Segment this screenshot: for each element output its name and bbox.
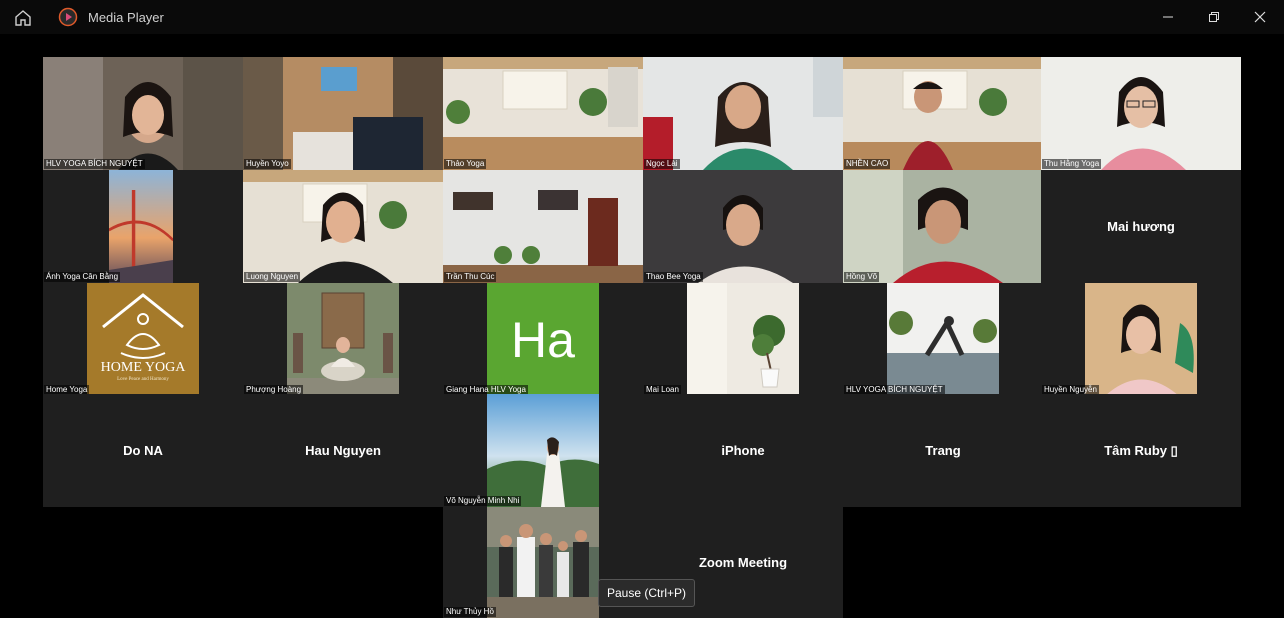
participant-tile[interactable]: Do NA xyxy=(43,394,243,507)
video-feed xyxy=(243,57,443,170)
video-feed xyxy=(843,57,1043,170)
participant-tile[interactable]: Trần Thu Cúc xyxy=(443,170,643,283)
participant-tile[interactable]: Phượng Hoàng xyxy=(243,283,443,396)
avatar-image xyxy=(287,283,399,396)
avatar-logo: HOME YOGA Love Peace and Harmony xyxy=(87,283,199,396)
participant-tile[interactable]: Hau Nguyen xyxy=(243,394,443,507)
participant-tile[interactable]: HLV YOGA BÍCH NGUYỆT xyxy=(843,283,1043,396)
participant-tile[interactable]: HLV YOGA BÍCH NGUYỆT xyxy=(43,57,243,170)
participant-name: HLV YOGA BÍCH NGUYỆT xyxy=(44,159,145,169)
participant-display-name: iPhone xyxy=(721,443,765,458)
logo-subtitle: Love Peace and Harmony xyxy=(117,377,169,382)
avatar-image xyxy=(687,283,799,396)
participant-tile[interactable]: Huyền Yoyo xyxy=(243,57,443,170)
participant-name: Thu Hằng Yoga xyxy=(1042,159,1102,169)
avatar-image xyxy=(887,283,999,396)
participant-name: NHỀN CAO xyxy=(844,159,891,169)
participant-name: Như Thủy Hồ xyxy=(444,607,496,617)
participant-tile[interactable]: Ánh Yoga Cân Bằng xyxy=(43,170,243,283)
participant-name: Võ Nguyễn Minh Nhi xyxy=(444,496,522,506)
participant-tile[interactable]: Huyền Nguyễn xyxy=(1041,283,1241,396)
logo-title: HOME YOGA xyxy=(100,360,186,375)
participant-tile[interactable]: Hồng Võ xyxy=(843,170,1043,283)
avatar-initials: Ha xyxy=(511,311,575,368)
video-feed xyxy=(443,170,643,283)
avatar-initials-box: Ha xyxy=(487,283,599,396)
home-icon xyxy=(15,10,31,26)
participant-tile[interactable]: Trang xyxy=(843,394,1043,507)
participant-name: Hồng Võ xyxy=(844,272,880,282)
minimize-button[interactable] xyxy=(1145,4,1191,30)
restore-icon xyxy=(1209,12,1219,22)
participant-name: Thảo Yoga xyxy=(444,159,487,169)
close-icon xyxy=(1254,11,1266,23)
participant-name: Huyền Yoyo xyxy=(244,159,291,169)
video-feed xyxy=(1041,57,1241,170)
participant-display-name: Tâm Ruby ▯ xyxy=(1104,442,1178,458)
participant-name: Trần Thu Cúc xyxy=(444,272,497,282)
avatar-image xyxy=(487,507,599,618)
media-player-icon xyxy=(58,7,78,27)
participant-tile[interactable]: NHỀN CAO xyxy=(843,57,1043,170)
participant-tile[interactable]: Thảo Yoga xyxy=(443,57,643,170)
video-feed xyxy=(643,170,843,283)
participant-tile[interactable]: Thao Bee Yoga xyxy=(643,170,843,283)
avatar-image xyxy=(1085,283,1197,396)
participant-display-name: Do NA xyxy=(123,443,163,458)
participant-tile[interactable]: Mai Loan xyxy=(643,283,843,396)
participant-tile[interactable]: HOME YOGA Love Peace and Harmony Home Yo… xyxy=(43,283,243,396)
avatar-image xyxy=(109,170,173,283)
avatar-image xyxy=(487,394,599,507)
restore-button[interactable] xyxy=(1191,4,1237,30)
participant-tile[interactable]: Võ Nguyễn Minh Nhi xyxy=(443,394,643,507)
window-title: Media Player xyxy=(88,10,164,25)
participant-tile[interactable]: iPhone xyxy=(643,394,843,507)
participant-name: Ánh Yoga Cân Bằng xyxy=(44,272,121,282)
title-bar: Media Player xyxy=(0,0,1284,34)
participant-tile[interactable]: Luong Nguyen xyxy=(243,170,443,283)
participant-name: Thao Bee Yoga xyxy=(644,272,703,282)
participant-tile[interactable]: Tâm Ruby ▯ xyxy=(1041,394,1241,507)
participant-tile[interactable]: Ha Giang Hana HLV Yoga xyxy=(443,283,643,396)
minimize-icon xyxy=(1163,16,1173,18)
participant-tile[interactable]: Ngọc Lài xyxy=(643,57,843,170)
video-feed xyxy=(843,170,1043,283)
participant-display-name: Hau Nguyen xyxy=(305,443,381,458)
participant-tile[interactable]: Mai hương xyxy=(1041,170,1241,283)
video-feed xyxy=(643,57,843,170)
close-button[interactable] xyxy=(1237,4,1283,30)
participant-tile[interactable]: Thu Hằng Yoga xyxy=(1041,57,1241,170)
participant-display-name: Trang xyxy=(925,443,961,458)
video-stage[interactable]: HLV YOGA BÍCH NGUYỆT Huyền Yoyo Thảo Yog… xyxy=(0,34,1284,618)
home-button[interactable] xyxy=(12,7,34,29)
participant-display-name: Mai hương xyxy=(1107,219,1175,234)
video-feed xyxy=(243,170,443,283)
participant-name: Luong Nguyen xyxy=(244,272,301,282)
video-feed xyxy=(43,57,243,170)
video-feed xyxy=(443,57,643,170)
pause-tooltip: Pause (Ctrl+P) xyxy=(598,579,696,607)
participant-name: Ngọc Lài xyxy=(644,159,680,169)
